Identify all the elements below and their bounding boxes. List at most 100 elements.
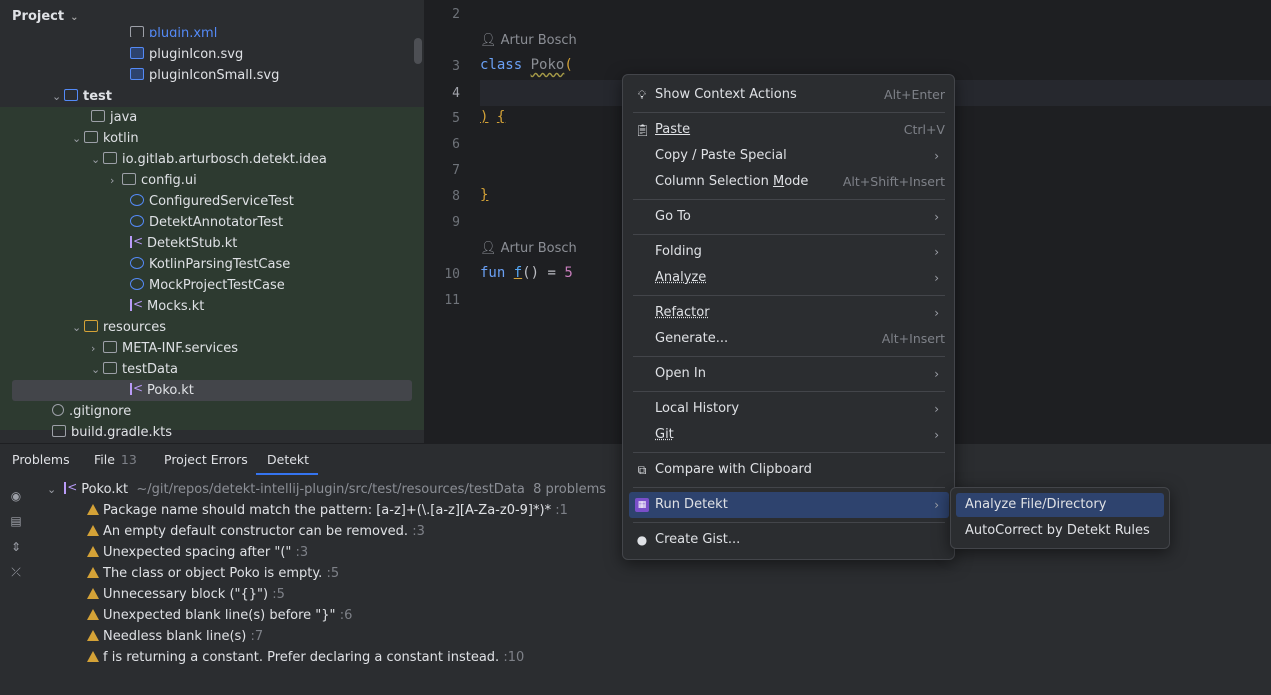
tab-file[interactable]: File 13 [94,444,137,476]
problem-row[interactable]: The class or object Poko is empty. :5 [87,563,339,584]
folder-icon [103,341,117,353]
tree-item-mocks[interactable]: Mocks.kt [130,294,204,317]
svg-file-icon [130,68,144,80]
chevron-right-icon: › [934,271,939,285]
chevron-down-icon[interactable]: ⌄ [91,149,103,170]
menu-item-open-in[interactable]: Open In › [629,361,949,387]
tree-item-mock-project-test-case[interactable]: MockProjectTestCase [130,275,285,296]
tree-item-build-gradle[interactable]: build.gradle.kts [52,422,172,443]
line-number: 11 [444,293,460,308]
test-class-icon [130,278,144,290]
detekt-icon: ▦ [635,498,649,512]
tab-project-errors[interactable]: Project Errors [164,444,248,476]
eye-icon[interactable]: ◉ [8,489,24,503]
problem-row[interactable]: f is returning a constant. Prefer declar… [87,647,524,668]
menu-item-go-to[interactable]: Go To › [629,204,949,230]
editor-context-menu: 💡︎ Show Context Actions Alt+Enter 📋︎ Paste C… [622,74,955,560]
problem-row[interactable]: An empty default constructor can be remo… [87,521,425,542]
tree-item-package[interactable]: ⌄ io.gitlab.arturbosch.detekt.idea [91,149,327,170]
menu-item-show-context-actions[interactable]: 💡︎ Show Context Actions Alt+Enter [629,82,949,108]
test-class-icon [130,257,144,269]
line-number: 2 [452,7,460,22]
tree-item-resources[interactable]: ⌄ resources [72,317,166,338]
tree-item-config-ui[interactable]: › config.ui [110,170,197,191]
menu-item-refactor[interactable]: Refactor › [629,300,949,326]
tree-item-kotlin-parsing-test-case[interactable]: KotlinParsingTestCase [130,254,290,275]
tree-item-plugin-xml[interactable]: plugin.xml [130,23,217,37]
tree-item-detekt-stub[interactable]: DetektStub.kt [130,231,237,254]
package-icon [103,152,117,164]
chevron-right-icon[interactable]: › [91,338,103,359]
code-line-10: fun f() = 5 [480,265,573,281]
menu-separator [633,356,945,357]
chevron-down-icon[interactable]: ⌄ [52,86,64,107]
tab-problems[interactable]: Problems [12,444,70,476]
menu-item-column-selection-mode[interactable]: Column Selection Mode Alt+Shift+Insert [629,169,949,195]
warning-icon [87,630,99,641]
warning-icon [87,567,99,578]
code-vision-author[interactable]: 👤︎ Artur Bosch [480,241,577,256]
project-view-selector[interactable]: Project ⌄ [12,0,78,34]
tree-item-configured-service-test[interactable]: ConfiguredServiceTest [130,191,294,212]
submenu-item-autocorrect[interactable]: AutoCorrect by Detekt Rules [956,519,1164,543]
menu-item-generate[interactable]: Generate... Alt+Insert [629,326,949,352]
tree-item-gitignore[interactable]: .gitignore [52,401,131,422]
chevron-right-icon: › [934,402,939,416]
scrollbar[interactable] [414,38,422,64]
problem-row[interactable]: Needless blank line(s) :7 [87,626,263,647]
menu-item-run-detekt[interactable]: ▦ Run Detekt › [629,492,949,518]
problems-file-header[interactable]: ⌄Poko.kt ~/git/repos/detekt-intellij-plu… [47,477,606,500]
line-number: 4 [452,86,460,101]
chevron-right-icon: › [934,210,939,224]
menu-item-create-gist[interactable]: ● Create Gist... [629,527,949,553]
collapse-all-icon[interactable]: ⤫ [8,565,24,579]
chevron-right-icon: › [934,367,939,381]
user-icon: 👤︎ [480,241,501,256]
compare-icon: ⧉ [637,463,647,477]
menu-item-local-history[interactable]: Local History › [629,396,949,422]
menu-item-analyze[interactable]: Analyze › [629,265,949,291]
problem-row[interactable]: Package name should match the pattern: [… [87,500,568,521]
problem-row[interactable]: Unexpected spacing after "(" :3 [87,542,308,563]
tree-item-kotlin[interactable]: ⌄ kotlin [72,128,139,149]
menu-item-copy-paste-special[interactable]: Copy / Paste Special › [629,143,949,169]
tree-item-test[interactable]: ⌄ test [52,86,112,107]
menu-item-paste[interactable]: 📋︎ Paste Ctrl+V [629,117,949,143]
tree-item-poko[interactable]: Poko.kt [130,378,194,401]
tree-item-plugin-icon-svg[interactable]: pluginIcon.svg [130,44,243,65]
chevron-right-icon[interactable]: › [110,170,122,191]
tree-item-test-data[interactable]: ⌄ testData [91,359,178,380]
problem-row[interactable]: Unnecessary block ("{}") :5 [87,584,285,605]
chevron-down-icon[interactable]: ⌄ [72,317,84,338]
code-vision-author[interactable]: 👤︎ Artur Bosch [480,33,577,48]
line-number: 3 [452,59,460,74]
clipboard-icon: 📋︎ [635,123,651,137]
warning-icon [87,588,99,599]
test-class-icon [130,215,144,227]
menu-separator [633,522,945,523]
code-line-8: } [480,187,489,203]
chevron-down-icon[interactable]: ⌄ [72,128,84,149]
github-icon: ● [636,533,648,547]
tab-detekt[interactable]: Detekt [267,444,309,476]
problem-row[interactable]: Unexpected blank line(s) before "}" :6 [87,605,352,626]
chevron-right-icon: › [934,306,939,320]
submenu-item-analyze-file[interactable]: Analyze File/Directory [956,493,1164,517]
preview-icon[interactable]: ▤ [8,514,24,528]
xml-file-icon [130,26,144,37]
menu-item-git[interactable]: Git › [629,422,949,448]
menu-item-folding[interactable]: Folding › [629,239,949,265]
kotlin-file-icon [64,477,77,498]
menu-item-compare-clipboard[interactable]: ⧉ Compare with Clipboard [629,457,949,483]
chevron-down-icon[interactable]: ⌄ [91,359,103,380]
expand-all-icon[interactable]: ⇕ [8,540,24,554]
chevron-down-icon: ⌄ [70,12,79,23]
chevron-down-icon[interactable]: ⌄ [47,483,56,496]
tree-item-plugin-icon-small-svg[interactable]: pluginIconSmall.svg [130,65,279,86]
tree-item-java[interactable]: java [91,107,137,128]
tree-item-meta-inf[interactable]: › META-INF.services [91,338,238,359]
tree-item-detekt-annotator-test[interactable]: DetektAnnotatorTest [130,212,283,233]
test-class-icon [130,194,144,206]
menu-separator [633,487,945,488]
ignore-file-icon [52,404,64,416]
